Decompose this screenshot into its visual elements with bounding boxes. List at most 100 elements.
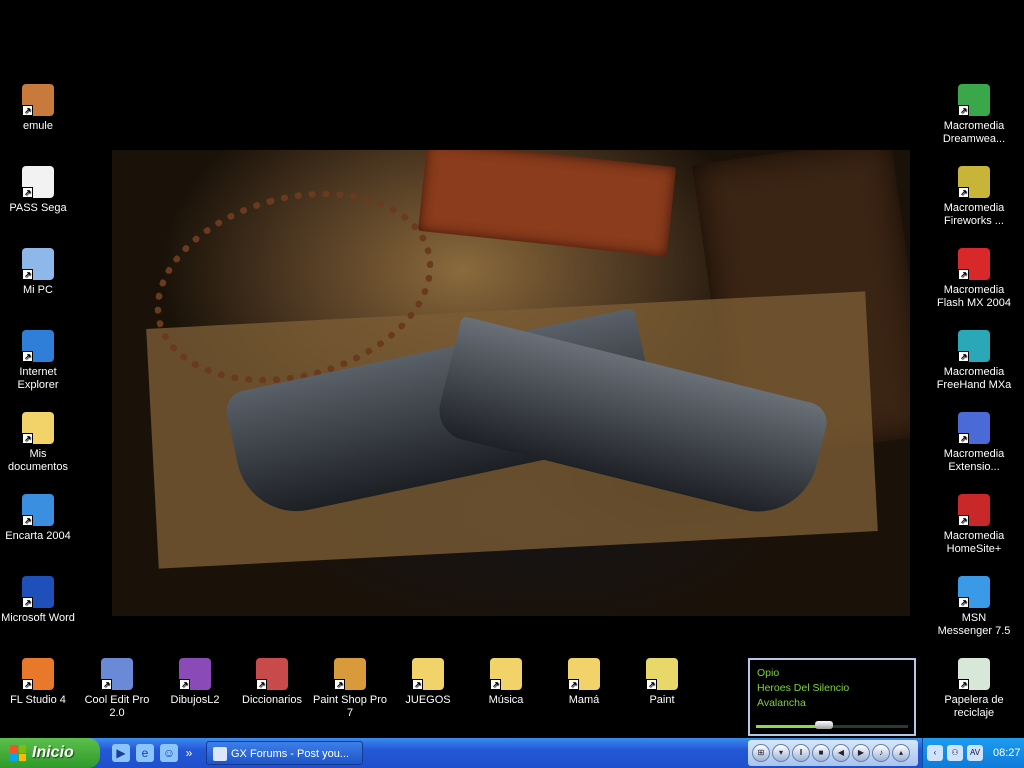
desktop-icon-label: Macromedia HomeSite+: [943, 530, 1005, 555]
system-tray: ‹ ⚇ AV 08:27: [922, 738, 1024, 768]
desktop-icon[interactable]: ↗ Cool Edit Pro 2.0: [79, 658, 155, 720]
shortcut-arrow-icon: ↗: [958, 269, 969, 280]
encarta-icon: ↗: [22, 494, 54, 526]
shortcut-arrow-icon: ↗: [22, 105, 33, 116]
desktop-icon-label: Mi PC: [23, 284, 53, 296]
restore-icon[interactable]: ▴: [892, 744, 910, 762]
media-player-toolbar: ⊞ ▾ ‖ ■ ◀ ▶ ♪ ▴: [748, 740, 918, 766]
start-button[interactable]: Inicio: [0, 738, 100, 768]
computer-icon: ↗: [22, 248, 54, 280]
desktop-icon-label: Cool Edit Pro 2.0: [84, 694, 150, 719]
shortcut-arrow-icon: ↗: [958, 187, 969, 198]
shortcut-arrow-icon: ↗: [958, 433, 969, 444]
shortcut-arrow-icon: ↗: [568, 679, 579, 690]
desktop-icon[interactable]: ↗ FL Studio 4: [0, 658, 76, 707]
shortcut-arrow-icon: ↗: [490, 679, 501, 690]
shortcut-arrow-icon: ↗: [101, 679, 112, 690]
taskbar: Inicio ▶ e ☺ » GX Forums - Post you... ⊞…: [0, 738, 1024, 768]
windows-logo-icon[interactable]: ⊞: [752, 744, 770, 762]
desktop-icon[interactable]: ↗ Macromedia Extensio...: [936, 412, 1012, 474]
desktop-icon[interactable]: ↗ Macromedia Flash MX 2004: [936, 248, 1012, 310]
fireworks-icon: ↗: [958, 166, 990, 198]
track-title: Opio: [757, 667, 780, 679]
seek-bar[interactable]: [756, 721, 908, 729]
shortcut-arrow-icon: ↗: [256, 679, 267, 690]
shortcut-arrow-icon: ↗: [958, 515, 969, 526]
desktop-icon-label: Paint: [649, 694, 675, 706]
desktop-icon-label: Macromedia Dreamwea...: [942, 120, 1006, 145]
desktop-icon[interactable]: ↗ Paint: [624, 658, 700, 707]
word-icon: ↗: [22, 576, 54, 608]
desktop-icon-label: Macromedia FreeHand MXa: [936, 366, 1012, 391]
track-artist: Heroes Del Silencio: [757, 682, 850, 694]
desktop-icon[interactable]: ↗ Música: [468, 658, 544, 707]
desktop-icon-label: emule: [23, 120, 53, 132]
volume-icon[interactable]: ♪: [872, 744, 890, 762]
desktop-icon[interactable]: ↗ Macromedia Dreamwea...: [936, 84, 1012, 146]
msn-icon[interactable]: ☺: [160, 744, 178, 762]
desktop-icon[interactable]: ↗ Mis documentos: [0, 412, 76, 474]
folder-icon: ↗: [412, 658, 444, 690]
internet-explorer-icon[interactable]: e: [136, 744, 154, 762]
desktop-icon[interactable]: ↗ Macromedia Fireworks ...: [936, 166, 1012, 228]
winrar-archive-icon: ↗: [179, 658, 211, 690]
desktop-icon-label: Diccionarios: [242, 694, 302, 706]
desktop-wallpaper: [112, 150, 910, 616]
task-label: GX Forums - Post you...: [231, 748, 349, 760]
shortcut-arrow-icon: ↗: [179, 679, 190, 690]
desktop-icon[interactable]: ↗ Paint Shop Pro 7: [312, 658, 388, 720]
desktop-icon-label: Mamá: [568, 694, 600, 706]
media-player-info-panel[interactable]: Opio Heroes Del Silencio Avalancha: [748, 658, 916, 736]
palette-icon: ↗: [334, 658, 366, 690]
desktop-icon[interactable]: ↗ Encarta 2004: [0, 494, 76, 543]
track-album: Avalancha: [757, 697, 806, 709]
desktop-icon[interactable]: ↗ Papelera de reciclaje: [936, 658, 1012, 720]
shortcut-arrow-icon: ↗: [958, 597, 969, 608]
fl-studio-icon: ↗: [22, 658, 54, 690]
freehand-icon: ↗: [958, 330, 990, 362]
start-label: Inicio: [32, 744, 74, 761]
quick-launch: ▶ e ☺ »: [112, 744, 194, 762]
wallpaper-leather-book: [417, 150, 677, 257]
desktop-icon[interactable]: ↗ DibujosL2: [157, 658, 233, 707]
previous-icon[interactable]: ◀: [832, 744, 850, 762]
shortcut-arrow-icon: ↗: [958, 679, 969, 690]
books-icon: ↗: [256, 658, 288, 690]
clock[interactable]: 08:27: [993, 747, 1021, 759]
shortcut-arrow-icon: ↗: [646, 679, 657, 690]
desktop-icon-label: Paint Shop Pro 7: [313, 694, 387, 719]
quick-launch-expand[interactable]: »: [184, 744, 194, 762]
desktop-icon[interactable]: ↗ Internet Explorer: [0, 330, 76, 392]
stop-icon[interactable]: ■: [812, 744, 830, 762]
desktop-icon[interactable]: ↗ Macromedia FreeHand MXa: [936, 330, 1012, 392]
desktop-icon[interactable]: ↗ Macromedia HomeSite+: [936, 494, 1012, 556]
shortcut-arrow-icon: ↗: [334, 679, 345, 690]
taskbar-button-gx-forums[interactable]: GX Forums - Post you...: [206, 741, 363, 765]
cool-edit-icon: ↗: [101, 658, 133, 690]
seek-bar-handle[interactable]: [815, 721, 834, 729]
shortcut-arrow-icon: ↗: [958, 351, 969, 362]
desktop-icon[interactable]: ↗ Mi PC: [0, 248, 76, 297]
desktop-icon[interactable]: ↗ emule: [0, 84, 76, 133]
shortcut-arrow-icon: ↗: [22, 187, 33, 198]
desktop-icon-label: Internet Explorer: [17, 366, 59, 391]
desktop-icon[interactable]: ↗ MSN Messenger 7.5: [936, 576, 1012, 638]
media-player-icon[interactable]: ▶: [112, 744, 130, 762]
desktop-icon[interactable]: ↗ PASS Sega: [0, 166, 76, 215]
desktop-icon-label: Macromedia Fireworks ...: [943, 202, 1005, 227]
seek-bar-fill: [756, 725, 825, 728]
flash-icon: ↗: [958, 248, 990, 280]
desktop-icon[interactable]: ↗ Microsoft Word: [0, 576, 76, 625]
antivirus-icon[interactable]: AV: [967, 745, 983, 761]
dropdown-icon[interactable]: ▾: [772, 744, 790, 762]
tray-chevron[interactable]: ‹: [927, 745, 943, 761]
next-icon[interactable]: ▶: [852, 744, 870, 762]
desktop-icon[interactable]: ↗ Mamá: [546, 658, 622, 707]
network-icon[interactable]: ⚇: [947, 745, 963, 761]
desktop-icon[interactable]: ↗ Diccionarios: [234, 658, 310, 707]
shortcut-arrow-icon: ↗: [22, 597, 33, 608]
dreamweaver-icon: ↗: [958, 84, 990, 116]
pause-icon[interactable]: ‖: [792, 744, 810, 762]
shortcut-arrow-icon: ↗: [958, 105, 969, 116]
desktop-icon[interactable]: ↗ JUEGOS: [390, 658, 466, 707]
